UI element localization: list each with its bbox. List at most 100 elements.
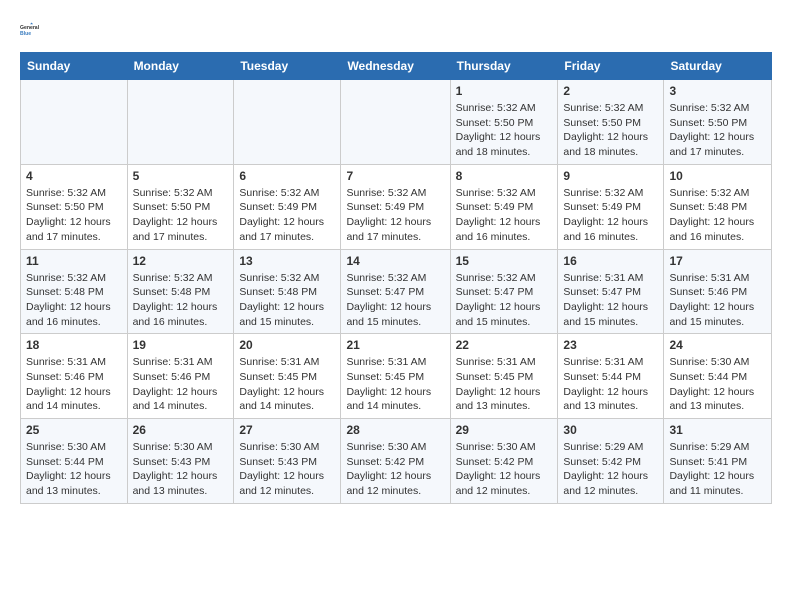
day-number: 10 xyxy=(669,169,766,183)
day-number: 9 xyxy=(563,169,658,183)
day-info: Sunrise: 5:31 AM Sunset: 5:46 PM Dayligh… xyxy=(669,271,766,330)
day-info: Sunrise: 5:32 AM Sunset: 5:50 PM Dayligh… xyxy=(563,101,658,160)
calendar-cell: 28 Sunrise: 5:30 AM Sunset: 5:42 PM Dayli… xyxy=(341,419,450,504)
day-info: Sunrise: 5:31 AM Sunset: 5:46 PM Dayligh… xyxy=(26,355,122,414)
day-number: 3 xyxy=(669,84,766,98)
logo-icon: General Blue xyxy=(20,16,48,44)
calendar-cell: 15 Sunrise: 5:32 AM Sunset: 5:47 PM Dayli… xyxy=(450,249,558,334)
day-number: 15 xyxy=(456,254,553,268)
header: General Blue xyxy=(20,16,772,44)
calendar-cell: 20 Sunrise: 5:31 AM Sunset: 5:45 PM Dayli… xyxy=(234,334,341,419)
day-info: Sunrise: 5:31 AM Sunset: 5:45 PM Dayligh… xyxy=(239,355,335,414)
day-info: Sunrise: 5:30 AM Sunset: 5:43 PM Dayligh… xyxy=(239,440,335,499)
header-day-sunday: Sunday xyxy=(21,53,128,80)
calendar-cell xyxy=(341,80,450,165)
day-number: 25 xyxy=(26,423,122,437)
day-info: Sunrise: 5:31 AM Sunset: 5:45 PM Dayligh… xyxy=(346,355,444,414)
day-number: 11 xyxy=(26,254,122,268)
calendar-cell: 16 Sunrise: 5:31 AM Sunset: 5:47 PM Dayli… xyxy=(558,249,664,334)
calendar-cell xyxy=(234,80,341,165)
day-number: 24 xyxy=(669,338,766,352)
calendar-cell: 9 Sunrise: 5:32 AM Sunset: 5:49 PM Daylig… xyxy=(558,164,664,249)
day-number: 23 xyxy=(563,338,658,352)
calendar-cell: 14Sunrise: 5:32 AM Sunset: 5:47 PM Dayli… xyxy=(341,249,450,334)
day-info: Sunrise: 5:31 AM Sunset: 5:46 PM Dayligh… xyxy=(133,355,229,414)
calendar-cell: 31 Sunrise: 5:29 AM Sunset: 5:41 PM Dayli… xyxy=(664,419,772,504)
calendar-cell: 13Sunrise: 5:32 AM Sunset: 5:48 PM Dayli… xyxy=(234,249,341,334)
calendar-cell: 30 Sunrise: 5:29 AM Sunset: 5:42 PM Dayli… xyxy=(558,419,664,504)
day-info: Sunrise: 5:31 AM Sunset: 5:47 PM Dayligh… xyxy=(563,271,658,330)
header-day-thursday: Thursday xyxy=(450,53,558,80)
day-info: Sunrise: 5:32 AM Sunset: 5:48 PM Dayligh… xyxy=(239,271,335,330)
header-day-wednesday: Wednesday xyxy=(341,53,450,80)
day-info: Sunrise: 5:32 AM Sunset: 5:48 PM Dayligh… xyxy=(669,186,766,245)
calendar-cell: 10 Sunrise: 5:32 AM Sunset: 5:48 PM Dayli… xyxy=(664,164,772,249)
calendar-cell: 26 Sunrise: 5:30 AM Sunset: 5:43 PM Dayli… xyxy=(127,419,234,504)
calendar-cell: 19 Sunrise: 5:31 AM Sunset: 5:46 PM Dayli… xyxy=(127,334,234,419)
day-number: 7 xyxy=(346,169,444,183)
logo: General Blue xyxy=(20,16,48,44)
day-number: 16 xyxy=(563,254,658,268)
calendar-cell xyxy=(127,80,234,165)
calendar-cell: 21Sunrise: 5:31 AM Sunset: 5:45 PM Dayli… xyxy=(341,334,450,419)
week-row-4: 18 Sunrise: 5:31 AM Sunset: 5:46 PM Dayli… xyxy=(21,334,772,419)
header-day-friday: Friday xyxy=(558,53,664,80)
day-number: 29 xyxy=(456,423,553,437)
calendar-cell: 11 Sunrise: 5:32 AM Sunset: 5:48 PM Dayli… xyxy=(21,249,128,334)
day-number: 30 xyxy=(563,423,658,437)
day-number: 19 xyxy=(133,338,229,352)
calendar-cell: 27Sunrise: 5:30 AM Sunset: 5:43 PM Dayli… xyxy=(234,419,341,504)
calendar-cell: 2 Sunrise: 5:32 AM Sunset: 5:50 PM Daylig… xyxy=(558,80,664,165)
day-info: Sunrise: 5:30 AM Sunset: 5:44 PM Dayligh… xyxy=(26,440,122,499)
day-number: 28 xyxy=(346,423,444,437)
day-number: 22 xyxy=(456,338,553,352)
calendar-cell: 25 Sunrise: 5:30 AM Sunset: 5:44 PM Dayli… xyxy=(21,419,128,504)
day-number: 6 xyxy=(239,169,335,183)
day-info: Sunrise: 5:31 AM Sunset: 5:44 PM Dayligh… xyxy=(563,355,658,414)
week-row-3: 11 Sunrise: 5:32 AM Sunset: 5:48 PM Dayli… xyxy=(21,249,772,334)
day-number: 1 xyxy=(456,84,553,98)
day-number: 2 xyxy=(563,84,658,98)
calendar-cell xyxy=(21,80,128,165)
calendar-cell: 12Sunrise: 5:32 AM Sunset: 5:48 PM Dayli… xyxy=(127,249,234,334)
calendar-cell: 5Sunrise: 5:32 AM Sunset: 5:50 PM Daylig… xyxy=(127,164,234,249)
day-info: Sunrise: 5:32 AM Sunset: 5:49 PM Dayligh… xyxy=(456,186,553,245)
day-info: Sunrise: 5:30 AM Sunset: 5:42 PM Dayligh… xyxy=(456,440,553,499)
day-info: Sunrise: 5:32 AM Sunset: 5:50 PM Dayligh… xyxy=(456,101,553,160)
day-info: Sunrise: 5:32 AM Sunset: 5:47 PM Dayligh… xyxy=(346,271,444,330)
calendar-cell: 24Sunrise: 5:30 AM Sunset: 5:44 PM Dayli… xyxy=(664,334,772,419)
day-info: Sunrise: 5:32 AM Sunset: 5:48 PM Dayligh… xyxy=(26,271,122,330)
week-row-1: 1 Sunrise: 5:32 AM Sunset: 5:50 PM Daylig… xyxy=(21,80,772,165)
day-info: Sunrise: 5:32 AM Sunset: 5:49 PM Dayligh… xyxy=(239,186,335,245)
header-day-saturday: Saturday xyxy=(664,53,772,80)
day-info: Sunrise: 5:31 AM Sunset: 5:45 PM Dayligh… xyxy=(456,355,553,414)
day-info: Sunrise: 5:29 AM Sunset: 5:42 PM Dayligh… xyxy=(563,440,658,499)
day-number: 31 xyxy=(669,423,766,437)
calendar-cell: 7Sunrise: 5:32 AM Sunset: 5:49 PM Daylig… xyxy=(341,164,450,249)
week-row-5: 25 Sunrise: 5:30 AM Sunset: 5:44 PM Dayli… xyxy=(21,419,772,504)
svg-text:General: General xyxy=(20,25,40,31)
day-number: 17 xyxy=(669,254,766,268)
day-info: Sunrise: 5:32 AM Sunset: 5:49 PM Dayligh… xyxy=(563,186,658,245)
day-number: 5 xyxy=(133,169,229,183)
day-info: Sunrise: 5:30 AM Sunset: 5:42 PM Dayligh… xyxy=(346,440,444,499)
day-number: 26 xyxy=(133,423,229,437)
calendar-cell: 3 Sunrise: 5:32 AM Sunset: 5:50 PM Daylig… xyxy=(664,80,772,165)
calendar-cell: 23 Sunrise: 5:31 AM Sunset: 5:44 PM Dayli… xyxy=(558,334,664,419)
day-number: 4 xyxy=(26,169,122,183)
day-number: 18 xyxy=(26,338,122,352)
day-number: 20 xyxy=(239,338,335,352)
calendar-cell: 18 Sunrise: 5:31 AM Sunset: 5:46 PM Dayli… xyxy=(21,334,128,419)
calendar-cell: 8Sunrise: 5:32 AM Sunset: 5:49 PM Daylig… xyxy=(450,164,558,249)
day-info: Sunrise: 5:32 AM Sunset: 5:50 PM Dayligh… xyxy=(26,186,122,245)
week-row-2: 4 Sunrise: 5:32 AM Sunset: 5:50 PM Daylig… xyxy=(21,164,772,249)
header-day-monday: Monday xyxy=(127,53,234,80)
day-info: Sunrise: 5:29 AM Sunset: 5:41 PM Dayligh… xyxy=(669,440,766,499)
day-info: Sunrise: 5:32 AM Sunset: 5:50 PM Dayligh… xyxy=(669,101,766,160)
day-info: Sunrise: 5:30 AM Sunset: 5:43 PM Dayligh… xyxy=(133,440,229,499)
svg-text:Blue: Blue xyxy=(20,31,31,37)
header-day-tuesday: Tuesday xyxy=(234,53,341,80)
day-info: Sunrise: 5:32 AM Sunset: 5:47 PM Dayligh… xyxy=(456,271,553,330)
calendar-cell: 4 Sunrise: 5:32 AM Sunset: 5:50 PM Daylig… xyxy=(21,164,128,249)
calendar-cell: 6 Sunrise: 5:32 AM Sunset: 5:49 PM Daylig… xyxy=(234,164,341,249)
